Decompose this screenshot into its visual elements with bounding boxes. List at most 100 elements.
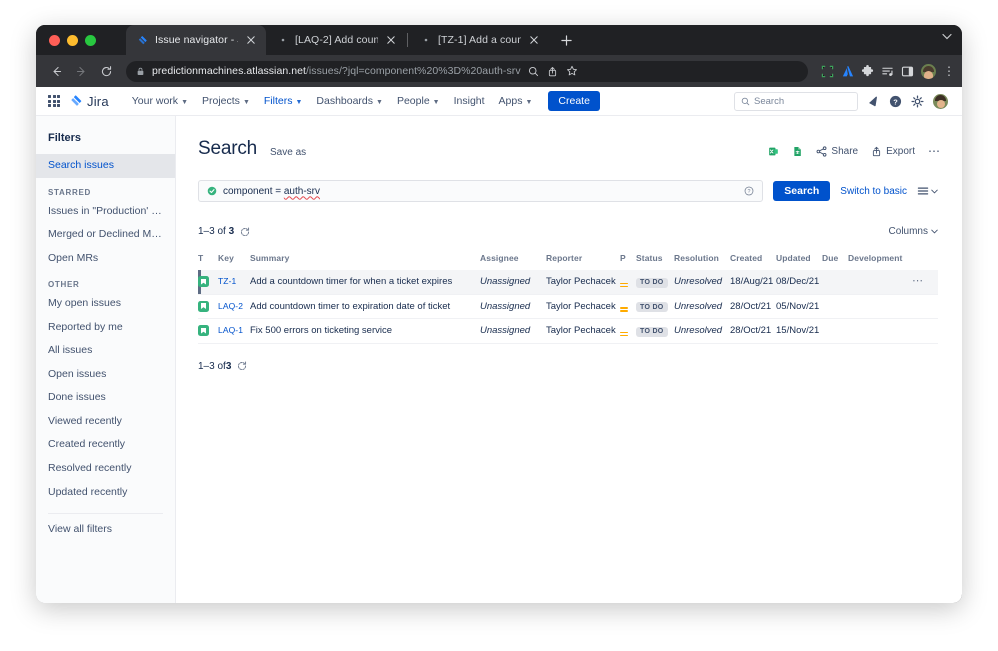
row-actions-cell[interactable]: ⋯ [912, 270, 938, 295]
col-key[interactable]: Key [218, 253, 250, 270]
close-tab-button[interactable] [384, 33, 398, 47]
new-tab-button[interactable] [555, 29, 577, 51]
atlassian-icon[interactable] [841, 65, 854, 78]
issue-key-cell[interactable]: TZ-1 [218, 270, 250, 295]
sidebar-item-done-issues[interactable]: Done issues [36, 386, 175, 410]
address-bar[interactable]: predictionmachines.atlassian.net/issues/… [126, 60, 808, 82]
sidebar-item-issues-in-production[interactable]: Issues in "Production' type en... [36, 200, 175, 224]
row-actions-cell[interactable] [912, 318, 938, 344]
sidebar-item-my-open-issues[interactable]: My open issues [36, 292, 175, 316]
side-panel-icon[interactable] [901, 65, 914, 78]
issue-key-link[interactable]: LAQ-2 [218, 301, 243, 311]
issue-key-cell[interactable]: LAQ-2 [218, 294, 250, 319]
help-icon[interactable]: ? [889, 95, 902, 108]
tab-search-chevron-icon[interactable] [942, 33, 952, 40]
close-tab-button[interactable] [244, 33, 258, 47]
sidebar-item-created-recently[interactable]: Created recently [36, 433, 175, 457]
extensions-puzzle-icon[interactable] [861, 64, 874, 78]
nav-people[interactable]: People ▼ [390, 92, 447, 110]
share-button[interactable]: Share [816, 146, 858, 157]
save-as-button[interactable]: Save as [270, 147, 306, 158]
col-created[interactable]: Created [730, 253, 776, 270]
sidebar-item-merged-or-declined-mrs[interactable]: Merged or Declined MRs [36, 223, 175, 247]
col-updated[interactable]: Updated [776, 253, 822, 270]
issue-key-link[interactable]: LAQ-1 [218, 325, 243, 335]
search-icon[interactable] [528, 66, 539, 77]
sidebar-item-resolved-recently[interactable]: Resolved recently [36, 457, 175, 481]
browser-tab-1[interactable]: [LAQ-2] Add countdown timer [266, 25, 406, 55]
sidebar-item-open-issues[interactable]: Open issues [36, 363, 175, 387]
reading-list-icon[interactable] [881, 65, 894, 78]
export-button[interactable]: Export [871, 146, 915, 157]
issue-summary-link[interactable]: Add countdown timer to expiration date o… [250, 301, 450, 312]
col-development[interactable]: Development [848, 253, 912, 270]
nav-insight[interactable]: Insight [447, 92, 492, 110]
columns-button[interactable]: Columns [889, 226, 938, 237]
col-assignee[interactable]: Assignee [480, 253, 546, 270]
issue-key-link[interactable]: TZ-1 [218, 276, 236, 286]
sidebar-item-search-issues[interactable]: Search issues [36, 154, 175, 178]
maximize-window-button[interactable] [85, 35, 96, 46]
more-actions-icon[interactable]: ⋯ [912, 275, 924, 287]
col-priority[interactable]: P [620, 253, 636, 270]
switch-to-basic-link[interactable]: Switch to basic [840, 186, 907, 197]
global-search-input[interactable]: Search [734, 91, 858, 111]
issue-summary-cell[interactable]: Add countdown timer to expiration date o… [250, 294, 480, 319]
jql-input[interactable]: component = auth-srv ? [198, 180, 764, 202]
sidebar-item-open-mrs[interactable]: Open MRs [36, 247, 175, 271]
col-due[interactable]: Due [822, 253, 848, 270]
nav-filters[interactable]: Filters ▼ [257, 92, 310, 110]
sidebar-item-viewed-recently[interactable]: Viewed recently [36, 410, 175, 434]
nav-dashboards[interactable]: Dashboards ▼ [309, 92, 390, 110]
close-tab-button[interactable] [527, 33, 541, 47]
col-reporter[interactable]: Reporter [546, 253, 620, 270]
col-status[interactable]: Status [636, 253, 674, 270]
refresh-icon[interactable] [237, 361, 247, 371]
col-resolution[interactable]: Resolution [674, 253, 730, 270]
table-row[interactable]: LAQ-1 Fix 500 errors on ticketing servic… [198, 318, 938, 344]
issue-summary-link[interactable]: Add a countdown timer for when a ticket … [250, 276, 452, 287]
settings-gear-icon[interactable] [911, 94, 924, 108]
issue-summary-link[interactable]: Fix 500 errors on ticketing service [250, 325, 392, 336]
table-row[interactable]: TZ-1 Add a countdown timer for when a ti… [198, 270, 938, 295]
minimize-window-button[interactable] [67, 35, 78, 46]
profile-avatar[interactable] [933, 93, 948, 109]
export-excel-icon[interactable] [768, 146, 779, 157]
notifications-icon[interactable] [867, 95, 880, 108]
apps-grid-icon[interactable] [46, 93, 62, 109]
issue-key-cell[interactable]: LAQ-1 [218, 318, 250, 344]
nav-projects[interactable]: Projects ▼ [195, 92, 257, 110]
row-actions-cell[interactable] [912, 294, 938, 319]
sidebar-item-updated-recently[interactable]: Updated recently [36, 481, 175, 505]
export-sheets-icon[interactable] [792, 146, 803, 157]
sidebar-item-view-all-filters[interactable]: View all filters [36, 518, 175, 542]
nav-your-work[interactable]: Your work ▼ [125, 92, 195, 110]
more-actions-icon[interactable]: ⋯ [928, 145, 940, 157]
col-summary[interactable]: Summary [250, 253, 480, 270]
browser-tab-2[interactable]: [TZ-1] Add a countdown timer [409, 25, 549, 55]
sidebar-item-all-issues[interactable]: All issues [36, 339, 175, 363]
bookmark-star-icon[interactable] [566, 65, 578, 77]
col-type[interactable]: T [198, 253, 218, 270]
back-button[interactable] [45, 60, 67, 82]
create-button[interactable]: Create [548, 91, 600, 111]
list-view-icon[interactable] [917, 186, 938, 196]
jql-search-button[interactable]: Search [773, 181, 831, 201]
profile-avatar[interactable] [921, 63, 936, 79]
chrome-menu-icon[interactable]: ⋮ [943, 65, 955, 77]
browser-tab-0[interactable]: Issue navigator - Jira [126, 25, 266, 55]
issue-summary-cell[interactable]: Fix 500 errors on ticketing service [250, 318, 480, 344]
reload-button[interactable] [95, 60, 117, 82]
help-circle-icon[interactable]: ? [744, 186, 754, 196]
screen-capture-icon[interactable] [821, 65, 834, 78]
sidebar-item-reported-by-me[interactable]: Reported by me [36, 316, 175, 340]
refresh-icon[interactable] [240, 227, 250, 237]
share-icon[interactable] [547, 66, 558, 77]
jira-logo[interactable]: Jira [69, 94, 109, 109]
issue-summary-cell[interactable]: Add a countdown timer for when a ticket … [250, 270, 480, 295]
forward-button[interactable] [70, 60, 92, 82]
table-row[interactable]: LAQ-2 Add countdown timer to expiration … [198, 294, 938, 319]
issue-updated-cell: 05/Nov/21 [776, 294, 822, 319]
close-window-button[interactable] [49, 35, 60, 46]
nav-apps[interactable]: Apps ▼ [492, 92, 540, 110]
